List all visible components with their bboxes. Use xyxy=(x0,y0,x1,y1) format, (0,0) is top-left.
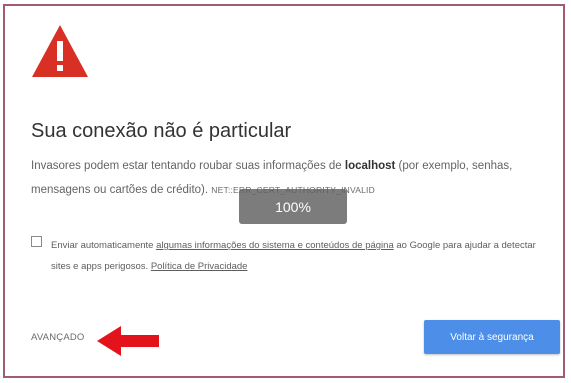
red-arrow-annotation xyxy=(97,326,159,356)
system-info-link[interactable]: algumas informações do sistema e conteúd… xyxy=(156,240,394,251)
report-text: Enviar automaticamente xyxy=(51,240,157,251)
privacy-policy-link[interactable]: Política de Privacidade xyxy=(151,261,248,272)
message-text: Invasores podem estar tentando roubar su… xyxy=(31,160,345,172)
advanced-button[interactable]: AVANÇADO xyxy=(31,332,85,343)
report-option-text: Enviar automaticamente algumas informaçõ… xyxy=(51,235,551,277)
report-checkbox[interactable] xyxy=(31,236,42,247)
back-to-safety-button[interactable]: Voltar à segurança xyxy=(424,320,560,354)
ssl-interstitial-page: Sua conexão não é particular Invasores p… xyxy=(3,4,565,378)
warning-triangle-icon xyxy=(32,25,88,77)
page-title: Sua conexão não é particular xyxy=(31,120,292,142)
zoom-level-badge: 100% xyxy=(239,189,347,224)
host-name: localhost xyxy=(344,160,396,172)
